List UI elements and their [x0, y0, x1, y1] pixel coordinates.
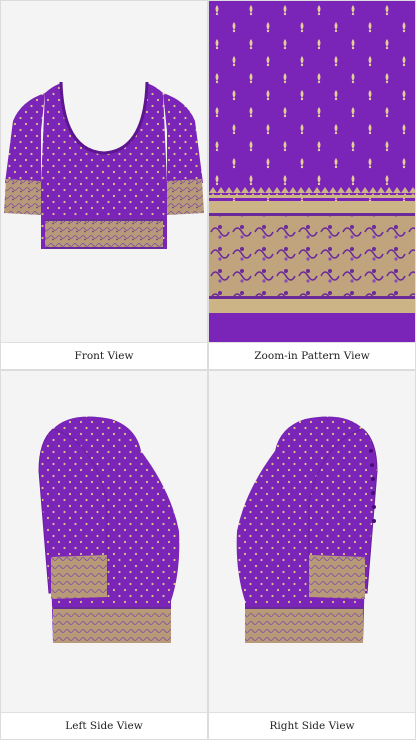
front-view-panel[interactable]: Front View [0, 0, 208, 370]
product-view-grid: Front View Zoom-in Pattern View Left Sid… [0, 0, 416, 740]
zoom-view-panel[interactable]: Zoom-in Pattern View [208, 0, 416, 370]
left-view-image [1, 371, 207, 713]
zoom-view-image [209, 1, 415, 343]
right-view-caption: Right Side View [209, 712, 415, 739]
front-view-caption: Front View [1, 342, 207, 369]
front-view-image [1, 1, 207, 343]
blouse-right-image [236, 416, 378, 643]
right-view-panel[interactable]: Right Side View [208, 370, 416, 740]
blouse-left-image [38, 416, 180, 643]
left-view-caption: Left Side View [1, 712, 207, 739]
left-view-panel[interactable]: Left Side View [0, 370, 208, 740]
blouse-front-image [4, 81, 204, 249]
pattern-zoom-image [209, 1, 415, 343]
right-view-image [209, 371, 415, 713]
zoom-view-caption: Zoom-in Pattern View [209, 342, 415, 369]
